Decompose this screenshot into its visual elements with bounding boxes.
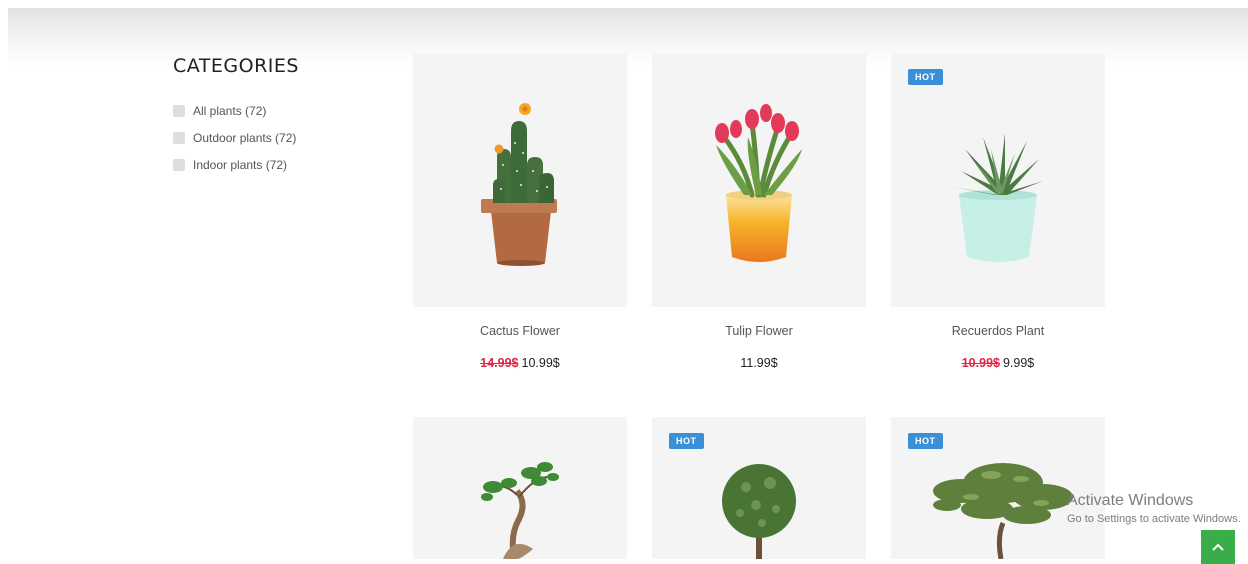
olive-tree-image xyxy=(933,463,1073,559)
product-name[interactable]: Tulip Flower xyxy=(652,324,866,338)
chevron-up-icon xyxy=(1212,543,1224,551)
product-image-frame[interactable]: HOT xyxy=(652,417,866,559)
product-price: 11.99$ xyxy=(652,356,866,370)
old-price: 10.99$ xyxy=(961,356,1000,370)
category-outdoor-plants[interactable]: Outdoor plants (72) xyxy=(173,124,373,151)
product-card[interactable]: Cactus Flower 14.99$ 10.99$ xyxy=(413,53,627,370)
product-image-frame[interactable]: HOT xyxy=(891,53,1105,307)
product-image-frame[interactable] xyxy=(413,417,627,559)
tulip-flower-image xyxy=(715,104,802,262)
product-image-frame[interactable]: HOT xyxy=(891,417,1105,559)
category-label: All plants (72) xyxy=(193,103,267,118)
product-image-frame[interactable] xyxy=(413,53,627,307)
bonsai-plant-image xyxy=(481,462,559,559)
product-card[interactable]: Tulip Flower 11.99$ xyxy=(652,53,866,370)
product-image-frame[interactable] xyxy=(652,53,866,307)
current-price: 10.99$ xyxy=(521,356,560,370)
product-price: 10.99$ 9.99$ xyxy=(891,356,1105,370)
activate-windows-watermark: Activate Windows Go to Settings to activ… xyxy=(1067,492,1241,525)
round-topiary-tree-image xyxy=(722,464,796,559)
current-price: 9.99$ xyxy=(1002,356,1035,370)
category-label: Outdoor plants (72) xyxy=(193,130,297,145)
succulent-plant-image xyxy=(953,133,1043,262)
product-card[interactable] xyxy=(413,417,627,559)
product-name[interactable]: Cactus Flower xyxy=(413,324,627,338)
watermark-title: Activate Windows xyxy=(1067,492,1194,509)
category-sidebar: CATEGORIES All plants (72) Outdoor plant… xyxy=(173,55,373,178)
product-card[interactable]: HOT xyxy=(891,417,1105,559)
categories-title: CATEGORIES xyxy=(173,55,299,77)
category-indoor-plants[interactable]: Indoor plants (72) xyxy=(173,151,373,178)
product-price: 14.99$ 10.99$ xyxy=(413,356,627,370)
category-label: Indoor plants (72) xyxy=(193,157,288,172)
old-price: 14.99$ xyxy=(480,356,519,370)
cactus-flower-image xyxy=(481,103,557,266)
current-price: 11.99$ xyxy=(740,356,778,370)
product-card[interactable]: HOT Recuerdos Plant 10.99$ 9.99$ xyxy=(891,53,1105,370)
product-card[interactable]: HOT xyxy=(652,417,866,559)
watermark-subtitle: Go to Settings to activate Windows. xyxy=(1067,513,1241,525)
product-name[interactable]: Recuerdos Plant xyxy=(891,324,1105,338)
category-all-plants[interactable]: All plants (72) xyxy=(173,97,373,124)
checkbox-icon[interactable] xyxy=(173,104,185,117)
checkbox-icon[interactable] xyxy=(173,131,185,144)
checkbox-icon[interactable] xyxy=(173,158,185,171)
